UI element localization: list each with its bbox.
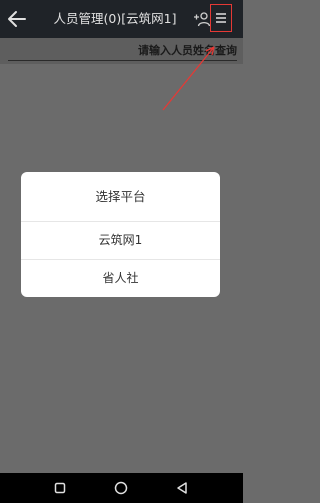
- dialog-title: 选择平台: [95, 189, 146, 204]
- search-underline: [8, 60, 237, 61]
- hamburger-menu-icon: [216, 13, 226, 23]
- circle-icon: [114, 481, 128, 495]
- nav-back-button[interactable]: [173, 479, 191, 497]
- home-button[interactable]: [112, 479, 130, 497]
- page-title: 人员管理(0)[云筑网1]: [53, 11, 177, 26]
- app-header: 人员管理(0)[云筑网1]: [0, 0, 243, 38]
- square-icon: [54, 482, 66, 494]
- search-bar: [0, 38, 243, 64]
- back-triangle-icon: [177, 482, 187, 494]
- platform-option-shengrenshe[interactable]: 省人社: [21, 259, 220, 297]
- system-nav-bar: [0, 473, 243, 503]
- back-button[interactable]: [4, 6, 30, 32]
- back-arrow-icon: [8, 11, 26, 27]
- add-person-button[interactable]: [192, 8, 212, 30]
- platform-option-yunzhu[interactable]: 云筑网1: [21, 221, 220, 259]
- add-person-icon: [194, 12, 211, 27]
- search-input[interactable]: [0, 40, 237, 60]
- recent-apps-button[interactable]: [51, 479, 69, 497]
- menu-button[interactable]: [210, 4, 232, 32]
- select-platform-dialog: 选择平台 云筑网1 省人社: [21, 172, 220, 297]
